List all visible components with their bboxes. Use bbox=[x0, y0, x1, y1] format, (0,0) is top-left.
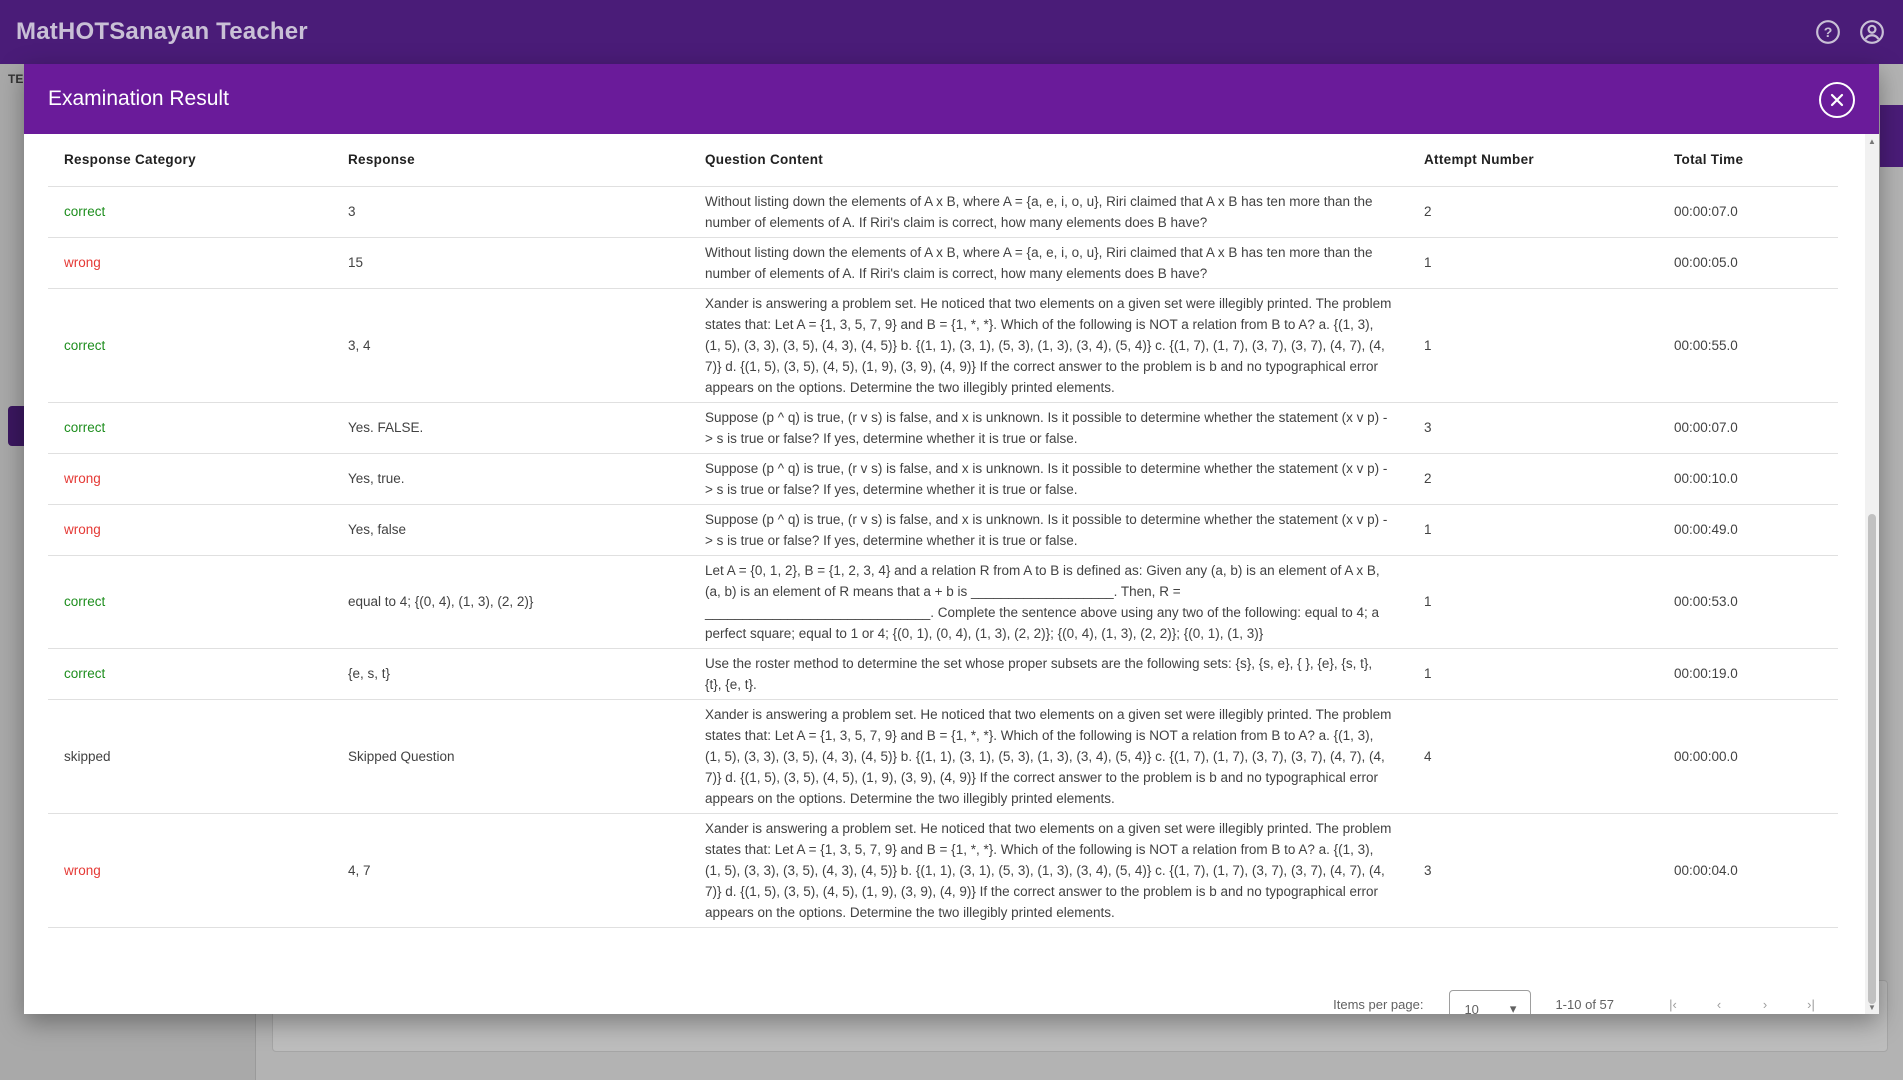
app-title: MatHOTSanayan Teacher bbox=[16, 18, 308, 45]
vertical-scrollbar[interactable]: ▲ ▼ bbox=[1865, 134, 1879, 1014]
question-content-cell: Xander is answering a problem set. He no… bbox=[689, 699, 1408, 814]
attempt-number-cell: 1 bbox=[1408, 555, 1658, 649]
response-category-cell: correct bbox=[48, 648, 332, 700]
question-content-cell: Without listing down the elements of A x… bbox=[689, 186, 1408, 238]
appbar-actions: ? bbox=[1813, 17, 1887, 47]
dialog-header: Examination Result bbox=[24, 64, 1879, 134]
column-header-question: Question Content bbox=[689, 134, 1408, 187]
svg-text:?: ? bbox=[1824, 24, 1833, 40]
response-category-cell: correct bbox=[48, 288, 332, 403]
attempt-number-cell: 2 bbox=[1408, 186, 1658, 238]
response-cell: 15 bbox=[332, 237, 689, 289]
table-row: correct {e, s, t} Use the roster method to… bbox=[48, 648, 1838, 700]
question-content-cell: Suppose (p ^ q) is true, (r v s) is fals… bbox=[689, 504, 1408, 556]
table-row: skipped Skipped Question Xander is answeri… bbox=[48, 699, 1838, 814]
response-cell: Yes, true. bbox=[332, 453, 689, 505]
examination-result-dialog: Examination Result Response Category Res… bbox=[24, 64, 1879, 1014]
response-cell: Yes. FALSE. bbox=[332, 402, 689, 454]
attempt-number-cell: 3 bbox=[1408, 813, 1658, 928]
question-content-cell: Use the roster method to determine the s… bbox=[689, 648, 1408, 700]
last-page-icon[interactable]: ›| bbox=[1788, 984, 1834, 1014]
response-category-cell: wrong bbox=[48, 237, 332, 289]
table-row: correct 3 Without listing down the element… bbox=[48, 186, 1838, 238]
question-content-cell: Xander is answering a problem set. He no… bbox=[689, 813, 1408, 928]
page-size-value: 10 bbox=[1464, 1001, 1479, 1015]
items-per-page-label: Items per page: bbox=[1333, 996, 1424, 1012]
close-button[interactable] bbox=[1819, 82, 1855, 118]
response-category-cell: wrong bbox=[48, 504, 332, 556]
question-content-cell: Suppose (p ^ q) is true, (r v s) is fals… bbox=[689, 402, 1408, 454]
results-table: Response Category Response Question Cont… bbox=[48, 134, 1838, 928]
attempt-number-cell: 1 bbox=[1408, 648, 1658, 700]
response-category-cell: wrong bbox=[48, 813, 332, 928]
total-time-cell: 00:00:07.0 bbox=[1658, 186, 1838, 238]
sidebar-stub: TE bbox=[8, 72, 24, 86]
background-tab bbox=[1880, 105, 1903, 167]
response-category-cell: wrong bbox=[48, 453, 332, 505]
response-category-cell: skipped bbox=[48, 699, 332, 814]
total-time-cell: 00:00:55.0 bbox=[1658, 288, 1838, 403]
response-cell: Yes, false bbox=[332, 504, 689, 556]
attempt-number-cell: 3 bbox=[1408, 402, 1658, 454]
column-header-attempt: Attempt Number bbox=[1408, 134, 1658, 187]
next-page-icon[interactable]: › bbox=[1742, 984, 1788, 1014]
total-time-cell: 00:00:19.0 bbox=[1658, 648, 1838, 700]
response-cell: 3 bbox=[332, 186, 689, 238]
first-page-icon[interactable]: |‹ bbox=[1650, 984, 1696, 1014]
app-bar: MatHOTSanayan Teacher ? bbox=[0, 0, 1903, 64]
table-row: correct 3, 4 Xander is answering a problem… bbox=[48, 288, 1838, 403]
help-icon[interactable]: ? bbox=[1813, 17, 1843, 47]
response-cell: 3, 4 bbox=[332, 288, 689, 403]
total-time-cell: 00:00:53.0 bbox=[1658, 555, 1838, 649]
table-row: correct Yes. FALSE. Suppose (p ^ q) is tru… bbox=[48, 402, 1838, 454]
previous-page-icon[interactable]: ‹ bbox=[1696, 984, 1742, 1014]
total-time-cell: 00:00:05.0 bbox=[1658, 237, 1838, 289]
question-content-cell: Suppose (p ^ q) is true, (r v s) is fals… bbox=[689, 453, 1408, 505]
account-icon[interactable] bbox=[1857, 17, 1887, 47]
column-header-category: Response Category bbox=[48, 134, 332, 187]
response-category-cell: correct bbox=[48, 186, 332, 238]
paginator: Items per page: 10 ▾ 1-10 of 57 |‹ ‹ › ›… bbox=[24, 984, 1864, 1014]
response-cell: 4, 7 bbox=[332, 813, 689, 928]
column-header-time: Total Time bbox=[1658, 134, 1838, 187]
page-size-select[interactable]: 10 ▾ bbox=[1449, 990, 1532, 1015]
attempt-number-cell: 1 bbox=[1408, 504, 1658, 556]
question-content-cell: Let A = {0, 1, 2}, B = {1, 2, 3, 4} and … bbox=[689, 555, 1408, 649]
table-row: wrong 15 Without listing down the elements… bbox=[48, 237, 1838, 289]
table-body: correct 3 Without listing down the element… bbox=[48, 186, 1838, 928]
total-time-cell: 00:00:10.0 bbox=[1658, 453, 1838, 505]
total-time-cell: 00:00:00.0 bbox=[1658, 699, 1838, 814]
total-time-cell: 00:00:07.0 bbox=[1658, 402, 1838, 454]
question-content-cell: Xander is answering a problem set. He no… bbox=[689, 288, 1408, 403]
attempt-number-cell: 4 bbox=[1408, 699, 1658, 814]
scroll-up-icon[interactable]: ▲ bbox=[1865, 134, 1879, 148]
column-header-response: Response bbox=[332, 134, 689, 187]
table-row: wrong Yes, true. Suppose (p ^ q) is true, … bbox=[48, 453, 1838, 505]
page-range: 1-10 of 57 bbox=[1555, 996, 1614, 1012]
attempt-number-cell: 2 bbox=[1408, 453, 1658, 505]
response-cell: equal to 4; {(0, 4), (1, 3), (2, 2)} bbox=[332, 555, 689, 649]
scroll-down-icon[interactable]: ▼ bbox=[1865, 1000, 1879, 1014]
table-header-row: Response Category Response Question Cont… bbox=[48, 134, 1838, 187]
attempt-number-cell: 1 bbox=[1408, 237, 1658, 289]
table-row: wrong 4, 7 Xander is answering a problem s… bbox=[48, 813, 1838, 928]
attempt-number-cell: 1 bbox=[1408, 288, 1658, 403]
dropdown-arrow-icon: ▾ bbox=[1509, 1001, 1517, 1014]
response-cell: Skipped Question bbox=[332, 699, 689, 814]
close-icon bbox=[1830, 93, 1844, 107]
question-content-cell: Without listing down the elements of A x… bbox=[689, 237, 1408, 289]
response-category-cell: correct bbox=[48, 402, 332, 454]
table-row: wrong Yes, false Suppose (p ^ q) is true, … bbox=[48, 504, 1838, 556]
results-table-container[interactable]: Response Category Response Question Cont… bbox=[24, 134, 1864, 1014]
scroll-thumb[interactable] bbox=[1868, 514, 1876, 1004]
response-category-cell: correct bbox=[48, 555, 332, 649]
response-cell: {e, s, t} bbox=[332, 648, 689, 700]
total-time-cell: 00:00:04.0 bbox=[1658, 813, 1838, 928]
dialog-title: Examination Result bbox=[48, 87, 229, 110]
total-time-cell: 00:00:49.0 bbox=[1658, 504, 1838, 556]
table-row: correct equal to 4; {(0, 4), (1, 3), (2, … bbox=[48, 555, 1838, 649]
